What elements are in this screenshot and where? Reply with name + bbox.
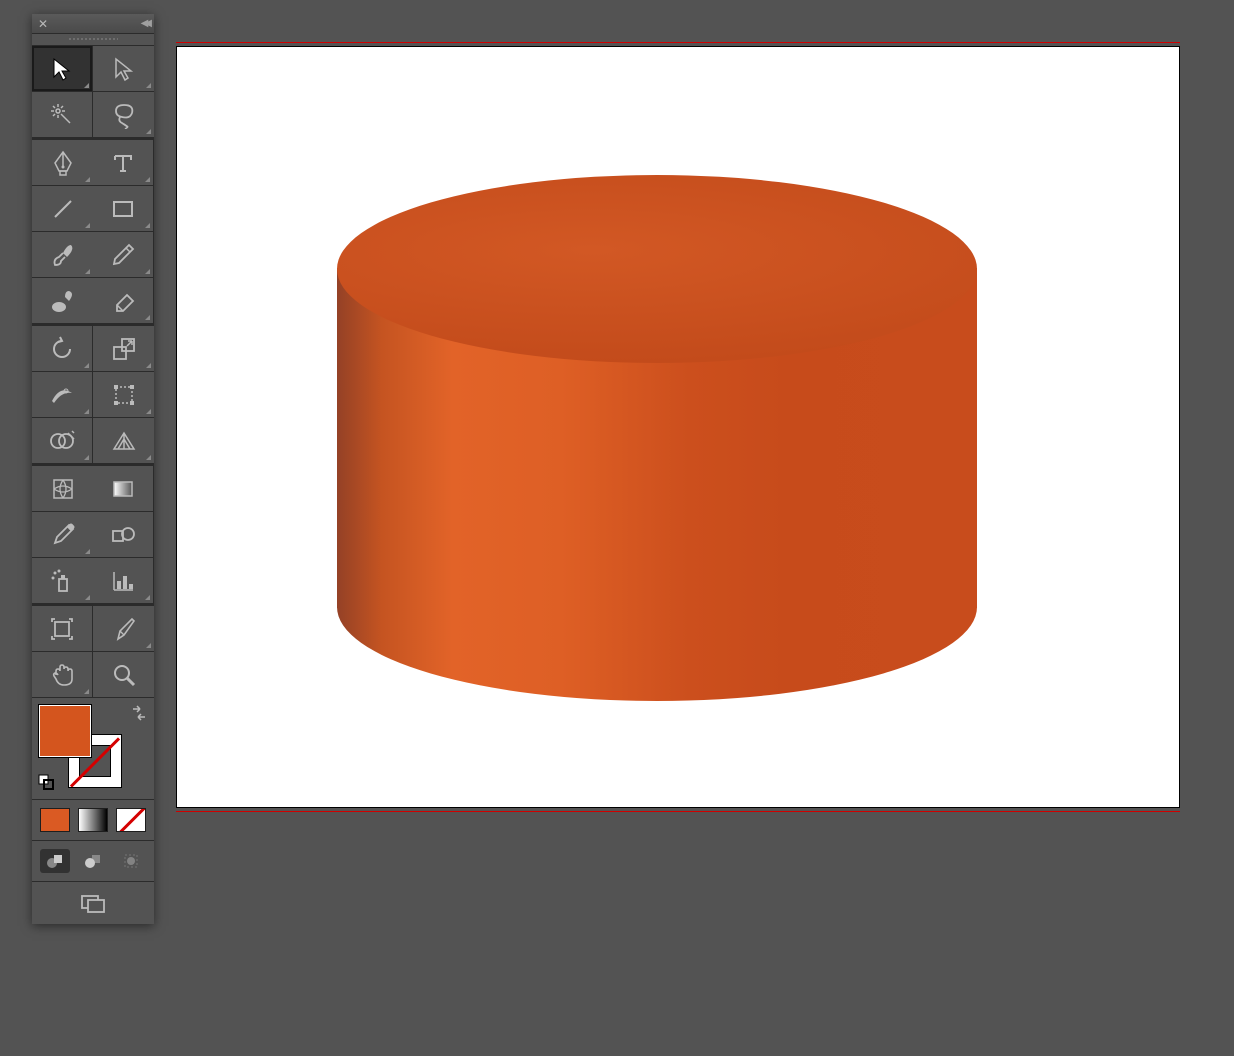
selection-tool[interactable]	[32, 46, 93, 92]
cylinder-artwork[interactable]	[337, 175, 977, 700]
screen-mode-button[interactable]	[76, 890, 110, 916]
line-segment-tool[interactable]	[32, 186, 93, 232]
draw-normal-button[interactable]	[40, 849, 70, 873]
tools-panel[interactable]: ✕ ◀◀	[32, 14, 154, 924]
type-tool[interactable]	[93, 140, 154, 186]
cylinder-top-ellipse	[337, 175, 977, 363]
eraser-tool[interactable]	[93, 278, 154, 324]
column-graph-tool[interactable]	[93, 558, 154, 604]
panel-header[interactable]: ✕ ◀◀	[32, 14, 154, 34]
pencil-tool[interactable]	[93, 232, 154, 278]
rotate-tool[interactable]	[32, 326, 93, 372]
color-mode-solid[interactable]	[40, 808, 70, 832]
fill-color-swatch[interactable]	[38, 704, 92, 758]
close-icon[interactable]: ✕	[38, 17, 48, 31]
panel-grip[interactable]	[32, 34, 154, 46]
width-tool[interactable]	[32, 372, 93, 418]
swap-fill-stroke-icon[interactable]	[130, 704, 148, 727]
paintbrush-tool[interactable]	[32, 232, 93, 278]
guide-top[interactable]	[176, 42, 1180, 43]
blob-brush-tool[interactable]	[32, 278, 93, 324]
draw-inside-button[interactable]	[116, 849, 146, 873]
color-mode-none[interactable]	[116, 808, 146, 832]
guide-bottom[interactable]	[176, 811, 1180, 812]
gradient-tool[interactable]	[93, 466, 154, 512]
lasso-tool[interactable]	[93, 92, 154, 138]
color-mode-gradient[interactable]	[78, 808, 108, 832]
color-mode-row	[32, 800, 154, 841]
artboard-tool[interactable]	[32, 606, 93, 652]
draw-mode-row	[32, 841, 154, 882]
mesh-tool[interactable]	[32, 466, 93, 512]
rectangle-tool[interactable]	[93, 186, 154, 232]
pen-tool[interactable]	[32, 140, 93, 186]
artboard[interactable]	[176, 46, 1180, 808]
default-fill-stroke-icon[interactable]	[38, 774, 54, 795]
draw-behind-button[interactable]	[78, 849, 108, 873]
scale-tool[interactable]	[93, 326, 154, 372]
tool-grid	[32, 46, 154, 698]
hand-tool[interactable]	[32, 652, 93, 698]
direct-selection-tool[interactable]	[93, 46, 154, 92]
canvas-area[interactable]	[176, 42, 1180, 812]
screen-mode-row	[32, 882, 154, 924]
blend-tool[interactable]	[93, 512, 154, 558]
shape-builder-tool[interactable]	[32, 418, 93, 464]
free-transform-tool[interactable]	[93, 372, 154, 418]
eyedropper-tool[interactable]	[32, 512, 93, 558]
zoom-tool[interactable]	[93, 652, 154, 698]
color-swatches	[32, 698, 154, 800]
perspective-grid-tool[interactable]	[93, 418, 154, 464]
slice-tool[interactable]	[93, 606, 154, 652]
symbol-sprayer-tool[interactable]	[32, 558, 93, 604]
magic-wand-tool[interactable]	[32, 92, 93, 138]
collapse-icon[interactable]: ◀◀	[141, 18, 148, 29]
